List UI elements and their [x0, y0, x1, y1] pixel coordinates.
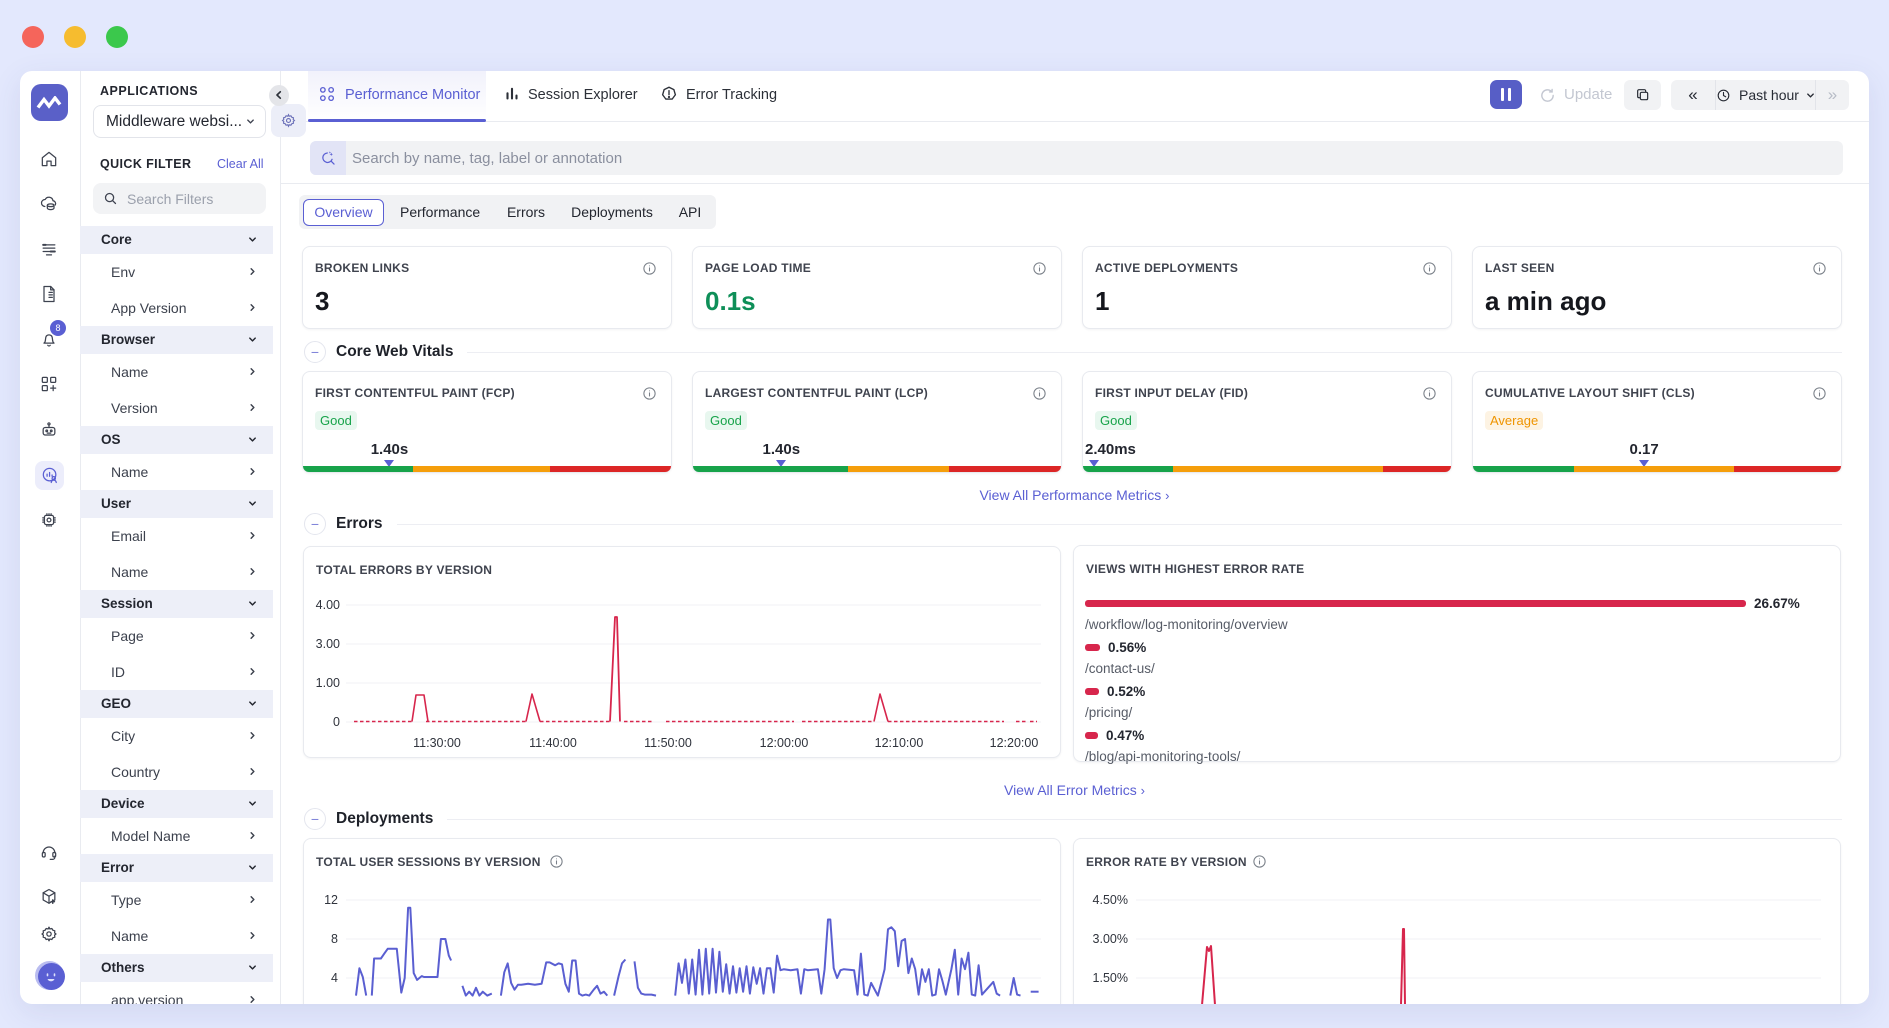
svg-text:4: 4 — [331, 971, 338, 985]
svg-text:11:40:00: 11:40:00 — [529, 736, 577, 750]
svg-text:3.00%: 3.00% — [1093, 932, 1128, 946]
svg-text:11:30:00: 11:30:00 — [413, 736, 461, 750]
svg-text:1.50%: 1.50% — [1093, 971, 1128, 985]
svg-text:8: 8 — [331, 932, 338, 946]
svg-text:11:50:00: 11:50:00 — [644, 736, 692, 750]
svg-text:12:10:00: 12:10:00 — [875, 736, 924, 750]
svg-text:4.00: 4.00 — [316, 598, 340, 612]
svg-text:4.50%: 4.50% — [1093, 893, 1128, 907]
svg-text:3.00: 3.00 — [316, 637, 340, 651]
svg-text:0: 0 — [333, 715, 340, 729]
svg-text:12: 12 — [324, 893, 338, 907]
svg-text:12:00:00: 12:00:00 — [760, 736, 809, 750]
svg-text:12:20:00: 12:20:00 — [990, 736, 1039, 750]
svg-text:1.00: 1.00 — [316, 676, 340, 690]
